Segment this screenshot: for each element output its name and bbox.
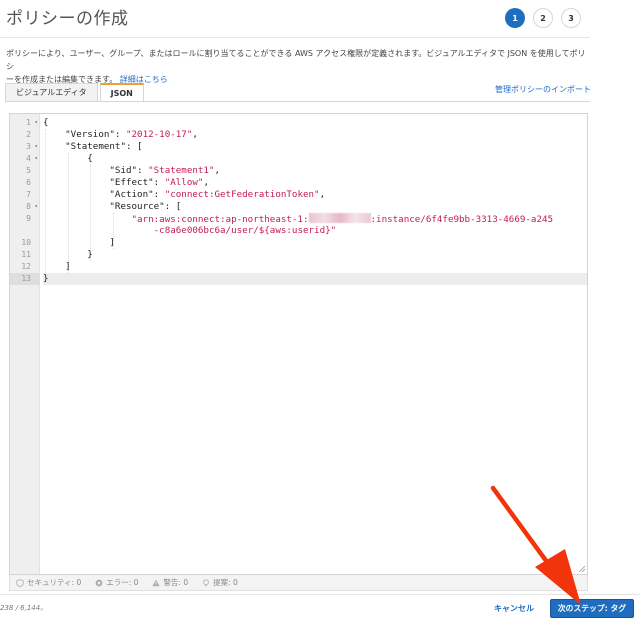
lightbulb-icon xyxy=(203,578,209,586)
code-line: "Statement": [ xyxy=(43,141,143,152)
code-line: "Action": "connect:GetFederationToken", xyxy=(43,189,326,200)
import-managed-policy-link[interactable]: 管理ポリシーのインポート xyxy=(495,84,591,95)
editor-tabs: ビジュアルエディタ JSON xyxy=(5,83,144,101)
character-count: 238 / 6,144。 xyxy=(0,604,48,612)
code-line: ] xyxy=(43,237,115,248)
code-line: "Effect": "Allow", xyxy=(43,177,209,188)
code-line: ] xyxy=(43,261,71,272)
code-line: { xyxy=(43,117,49,128)
description-text: ポリシーにより、ユーザー、グループ、またはロールに割り当てることができる AWS… xyxy=(6,49,586,71)
json-editor[interactable]: 1 ▾ 2 3 ▾ 4 ▾ 5 6 7 8 ▾ 9 10 11 12 13 { "Ver… xyxy=(9,113,588,575)
line-number: 1 ▾ xyxy=(26,117,38,129)
line-number: 9 xyxy=(26,214,31,223)
code-line: "Resource": [ xyxy=(43,201,182,212)
policy-description: ポリシーにより、ユーザー、グループ、またはロールに割り当てることができる AWS… xyxy=(6,47,590,86)
status-security[interactable]: セキュリティ: 0 xyxy=(16,577,81,588)
fold-arrow-icon[interactable]: ▾ xyxy=(34,117,38,129)
line-number: 3 ▾ xyxy=(26,141,38,153)
step-indicator: 1 2 3 xyxy=(505,8,581,28)
header-divider xyxy=(0,37,590,38)
step-1[interactable]: 1 xyxy=(505,8,525,28)
code-line: -c8a6e006bc6a/user/${aws:userid}" xyxy=(43,225,337,236)
shield-icon xyxy=(16,578,24,587)
warning-icon xyxy=(152,579,161,586)
line-number: 4 ▾ xyxy=(26,153,38,165)
line-number: 12 xyxy=(21,262,31,271)
footer-divider xyxy=(0,594,640,595)
resize-handle-icon[interactable] xyxy=(577,564,585,572)
code-line-active: } xyxy=(43,273,587,285)
code-line: "Version": "2012-10-17", xyxy=(43,129,198,140)
cancel-button[interactable]: キャンセル xyxy=(494,603,534,614)
tab-divider xyxy=(5,101,590,102)
tab-visual-editor[interactable]: ビジュアルエディタ xyxy=(5,83,98,101)
status-suggestions[interactable]: 提案: 0 xyxy=(202,577,238,588)
status-warnings[interactable]: 警告: 0 xyxy=(152,577,188,588)
error-icon xyxy=(95,579,103,586)
code-line: { xyxy=(43,153,93,164)
validation-status-bar: セキュリティ: 0 エラー: 0 警告: 0 提案: 0 xyxy=(9,575,588,591)
code-line: } xyxy=(43,249,93,260)
line-number: 7 xyxy=(26,190,31,199)
step-3[interactable]: 3 xyxy=(561,8,581,28)
redacted-account-id xyxy=(308,213,371,223)
fold-arrow-icon[interactable]: ▾ xyxy=(34,201,38,213)
line-number: 8 ▾ xyxy=(26,201,38,213)
line-number: 11 xyxy=(21,250,31,259)
tab-json[interactable]: JSON xyxy=(99,83,144,101)
status-errors[interactable]: エラー: 0 xyxy=(95,577,138,588)
fold-arrow-icon[interactable]: ▾ xyxy=(34,153,38,165)
line-number: 5 xyxy=(26,166,31,175)
next-step-tags-button[interactable]: 次のステップ: タグ xyxy=(550,599,634,618)
page-title: ポリシーの作成 xyxy=(6,9,129,29)
line-number-active: 13 xyxy=(10,273,40,285)
step-2[interactable]: 2 xyxy=(533,8,553,28)
code-line: "Sid": "Statement1", xyxy=(43,165,221,176)
line-number: 2 xyxy=(26,130,31,139)
fold-arrow-icon[interactable]: ▾ xyxy=(34,141,38,153)
line-number: 6 xyxy=(26,178,31,187)
line-number-gutter: 1 ▾ 2 3 ▾ 4 ▾ 5 6 7 8 ▾ 9 10 11 12 13 xyxy=(10,114,40,574)
line-number: 10 xyxy=(21,238,31,247)
